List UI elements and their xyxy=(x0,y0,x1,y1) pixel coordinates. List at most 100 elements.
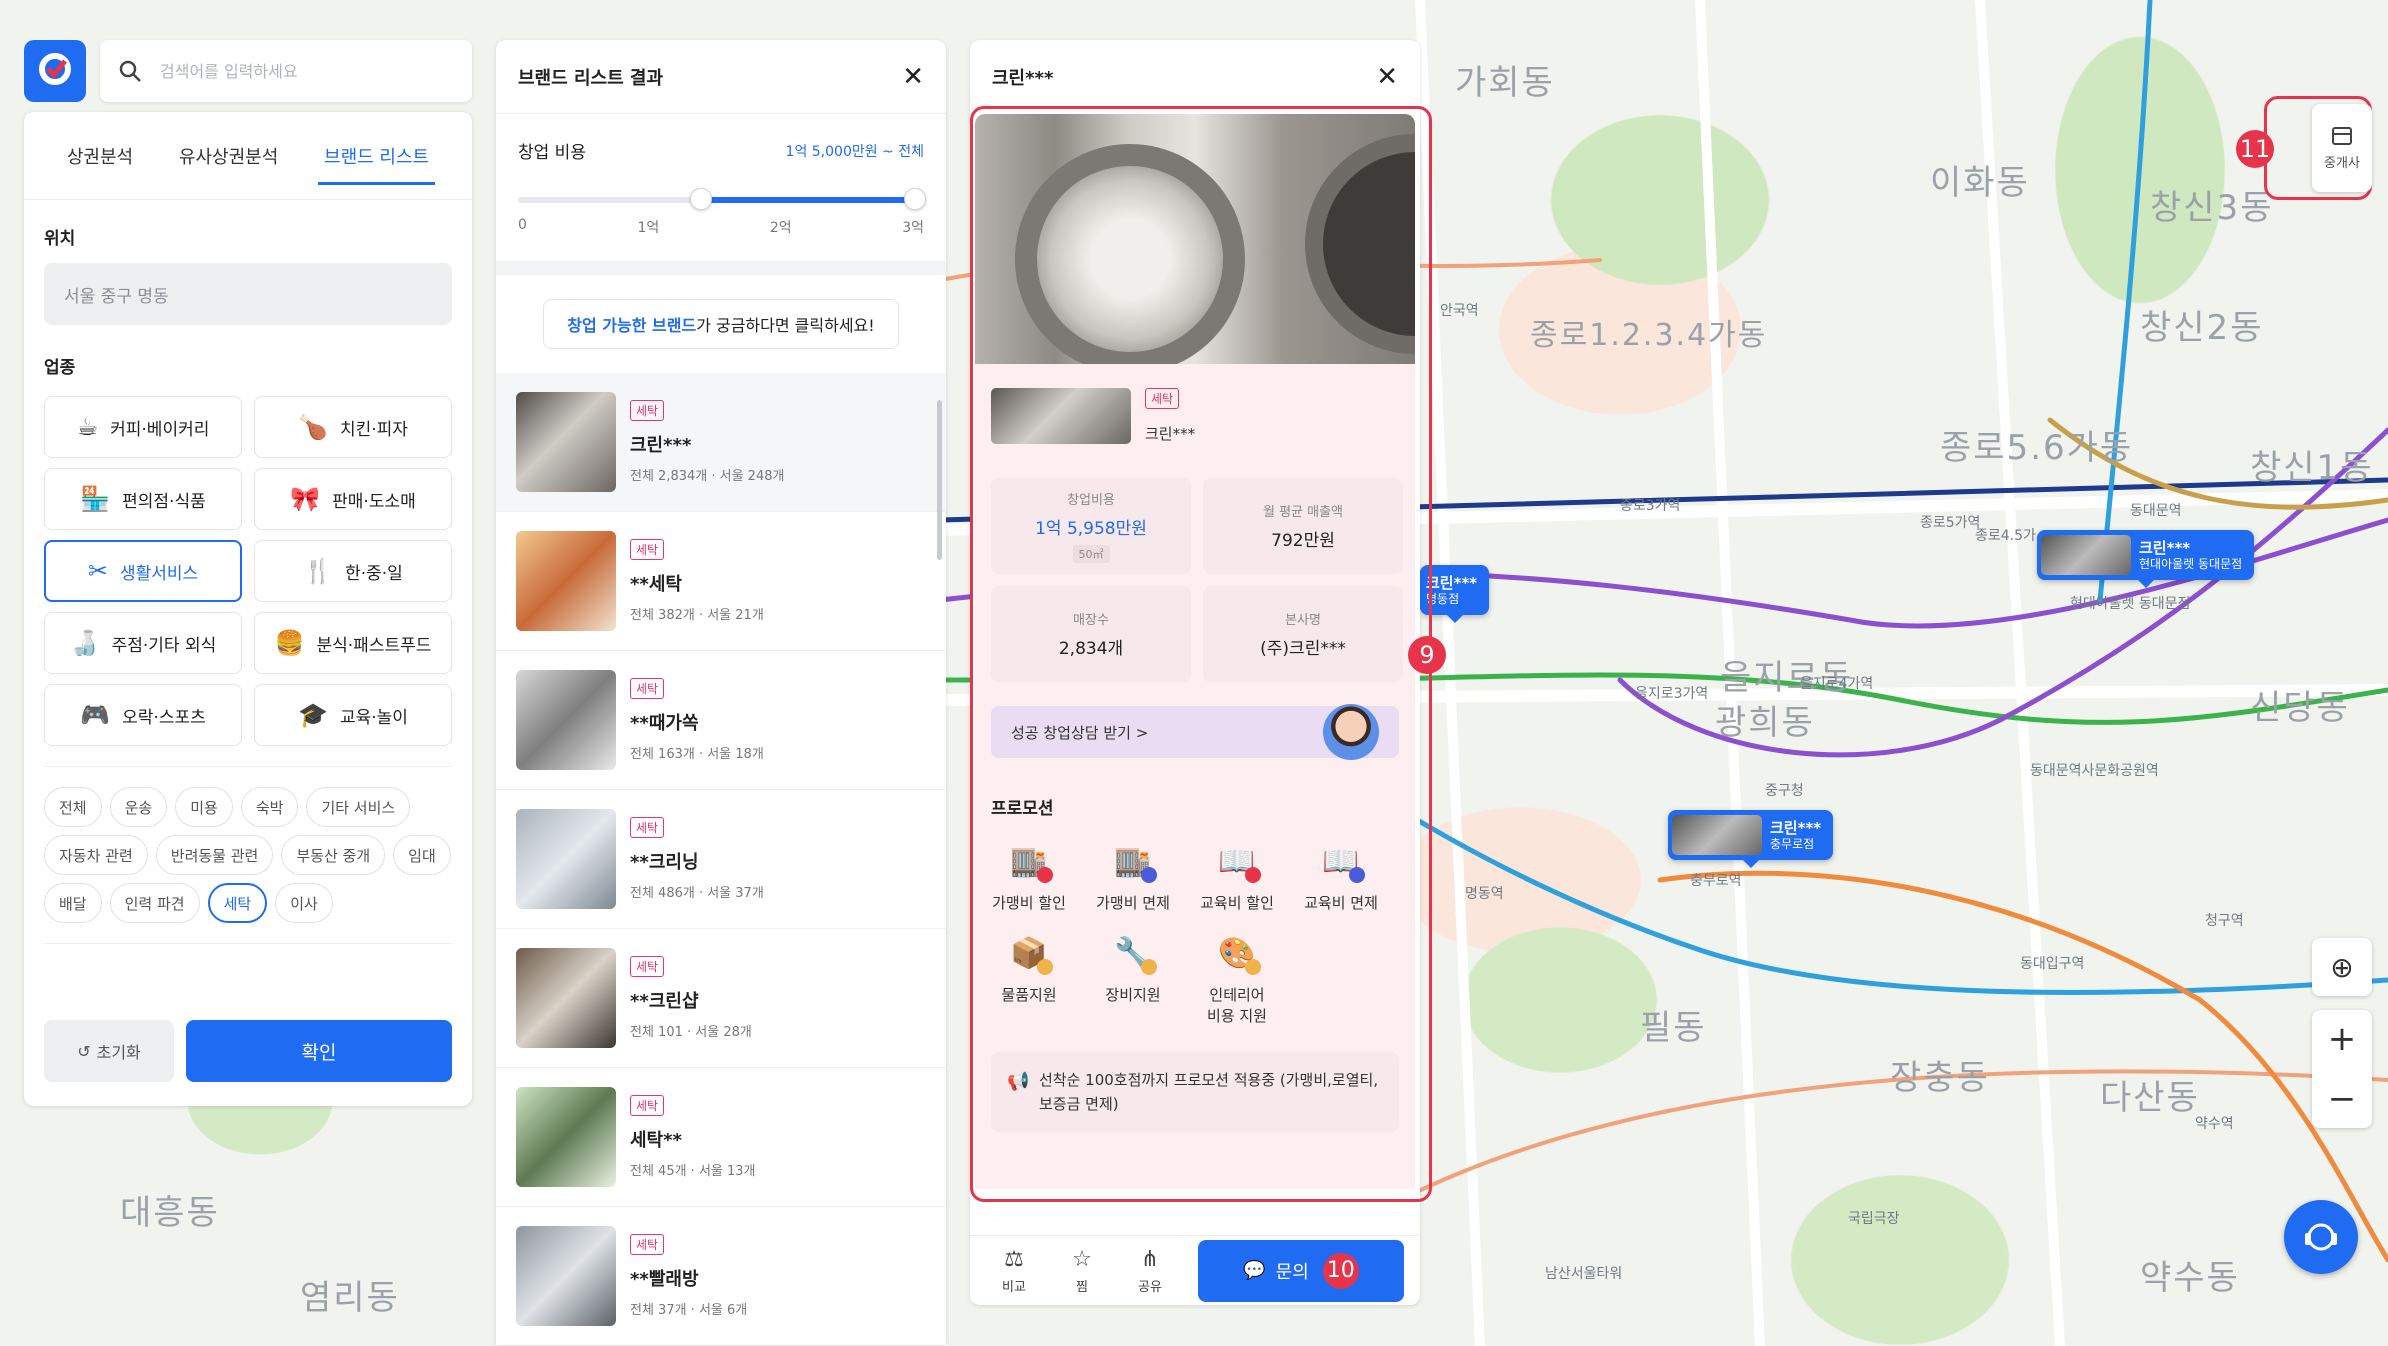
brand-list-item[interactable]: 세탁 세탁** 전체 45개 · 서울 13개 xyxy=(496,1068,946,1207)
map-area-label: 장충동 xyxy=(1890,1058,1990,1098)
subcategory-chip[interactable]: 미용 xyxy=(175,787,233,827)
broker-label: 중개사 xyxy=(2324,155,2360,171)
compare-button[interactable]: ⚖ 비교 xyxy=(986,1247,1042,1295)
scrollbar[interactable] xyxy=(937,400,942,560)
slider-ticks: 0 1억 2억 3억 xyxy=(518,217,924,237)
broker-button[interactable]: 중개사 xyxy=(2312,104,2372,192)
category-tag: 세탁 xyxy=(630,539,665,560)
subcategory-chip[interactable]: 전체 xyxy=(44,787,102,827)
close-icon[interactable]: ✕ xyxy=(1376,62,1398,92)
map-marker[interactable]: 크린*** 충무로점 xyxy=(1668,810,1834,868)
locate-button[interactable]: ⊕ xyxy=(2312,938,2372,996)
category-option[interactable]: ✂ 생활서비스 xyxy=(44,540,242,602)
subcategory-chip[interactable]: 반려동물 관련 xyxy=(155,835,274,875)
map-marker[interactable]: 크린*** 현대아울렛 동대문점 xyxy=(2037,530,2255,588)
chip-label: 임대 xyxy=(408,846,436,865)
subcategory-chip[interactable]: 인력 파견 xyxy=(109,883,200,923)
star-icon: ☆ xyxy=(1072,1246,1092,1272)
brand-thumbnail xyxy=(516,392,616,492)
inquiry-label: 문의 xyxy=(1275,1261,1309,1283)
category-option-label: 커피·베이커리 xyxy=(110,419,210,440)
tab-brand-list[interactable]: 브랜드 리스트 xyxy=(318,133,436,185)
category-option[interactable]: 🎀 판매·도소매 xyxy=(254,468,452,530)
subcategory-chip[interactable]: 운송 xyxy=(109,787,168,827)
subcategory-chip[interactable]: 임대 xyxy=(393,835,451,875)
category-option-label: 편의점·식품 xyxy=(122,491,206,512)
brand-store-count: 전체 101 · 서울 28개 xyxy=(630,1025,752,1040)
category-option[interactable]: 🍗 치킨·피자 xyxy=(254,396,452,458)
graduation-icon: 🎓 xyxy=(298,701,328,729)
utensils-icon: 🍴 xyxy=(303,557,334,585)
headset-icon xyxy=(2305,1223,2337,1251)
subcategory-chip[interactable]: 기타 서비스 xyxy=(306,787,411,827)
slider-handle[interactable] xyxy=(689,188,712,210)
map-place: 남산서울타워 xyxy=(1545,1266,1623,1282)
step-badge: 10 xyxy=(1322,1252,1359,1289)
category-tag: 세탁 xyxy=(630,817,665,838)
close-icon[interactable]: ✕ xyxy=(902,62,924,92)
zoom-in-icon[interactable]: + xyxy=(2328,1019,2357,1059)
chip-label: 세탁 xyxy=(223,894,252,913)
compare-icon: ⚖ xyxy=(1004,1246,1024,1272)
game-icon: 🎮 xyxy=(80,701,111,729)
tab-similar-analysis[interactable]: 유사상권분석 xyxy=(173,133,284,179)
brand-list-item[interactable]: 세탁 **크린샵 전체 101 · 서울 28개 xyxy=(496,929,946,1068)
brand-list-item[interactable]: 세탁 크린*** 전체 2,834개 · 서울 248개 xyxy=(496,373,946,512)
app-logo[interactable] xyxy=(24,40,86,102)
share-button[interactable]: ⋔ 공유 xyxy=(1122,1247,1178,1295)
subcategory-chip[interactable]: 이사 xyxy=(275,883,333,923)
available-brands-button[interactable]: 창업 가능한 브랜드 가 궁금하다면 클릭하세요! xyxy=(543,299,899,349)
map-place: 동대입구역 xyxy=(2020,956,2085,972)
category-option-label: 오락·스포츠 xyxy=(122,707,206,728)
subcategory-chip[interactable]: 부동산 중개 xyxy=(281,835,386,875)
marker-branch: 현대아울렛 동대문점 xyxy=(2139,556,2243,571)
map-area-label: 염리동 xyxy=(300,1278,400,1318)
brand-list-item[interactable]: 세탁 **크리닝 전체 486개 · 서울 37개 xyxy=(496,790,946,929)
brand-thumbnail xyxy=(516,1087,616,1187)
brand-thumbnail xyxy=(516,1226,616,1326)
cost-slider[interactable] xyxy=(518,188,926,210)
confirm-button[interactable]: 확인 xyxy=(186,1020,452,1082)
category-option[interactable]: 🎮 오락·스포츠 xyxy=(44,684,242,746)
map-area-label: 창신2동 xyxy=(2140,308,2264,348)
brand-list-item[interactable]: 세탁 **때가쏙 전체 163개 · 서울 18개 xyxy=(496,651,946,790)
filter-panel: 상권분석 유사상권분석 브랜드 리스트 위치 서울 중구 명동 업종 ☕ 커피·베… xyxy=(24,112,472,1106)
favorite-button[interactable]: ☆ 찜 xyxy=(1054,1247,1110,1295)
brand-list-item[interactable]: 세탁 **빨래방 전체 37개 · 서울 6개 xyxy=(496,1207,946,1345)
category-option[interactable]: 🍶 주점·기타 외식 xyxy=(44,612,242,674)
zoom-out-icon[interactable]: − xyxy=(2328,1079,2357,1119)
chip-label: 미용 xyxy=(190,798,218,817)
category-tag: 세탁 xyxy=(630,956,665,977)
location-field[interactable]: 서울 중구 명동 xyxy=(44,263,452,325)
subcategory-chip[interactable]: 자동차 관련 xyxy=(44,835,148,875)
category-tag: 세탁 xyxy=(630,1234,665,1255)
subcategory-chip[interactable]: 배달 xyxy=(44,883,102,923)
marker-name: 크린*** xyxy=(1770,818,1822,837)
map-place: 종로4.5가 xyxy=(1975,528,2036,544)
chip-label: 자동차 관련 xyxy=(59,846,133,865)
chat-support-button[interactable] xyxy=(2284,1200,2358,1274)
brand-list-item[interactable]: 세탁 **세탁 전체 382개 · 서울 21개 xyxy=(496,512,946,651)
search-input[interactable] xyxy=(160,61,440,81)
logo-icon xyxy=(39,53,71,85)
reset-button[interactable]: ↺ 초기화 xyxy=(44,1020,174,1082)
brand-name: **크리닝 xyxy=(630,852,699,873)
tab-market-analysis[interactable]: 상권분석 xyxy=(61,133,139,179)
brand-thumbnail xyxy=(516,670,616,770)
subcategory-chip[interactable]: 숙박 xyxy=(240,787,299,827)
category-option[interactable]: 🎓 교육·놀이 xyxy=(254,684,452,746)
chat-icon: 💬 xyxy=(1243,1260,1266,1281)
inquiry-button[interactable]: 💬 문의 10 xyxy=(1198,1239,1404,1302)
category-option[interactable]: 🍴 한·중·일 xyxy=(254,540,452,602)
map-place: 약수역 xyxy=(2195,1116,2234,1132)
category-option[interactable]: 🏪 편의점·식품 xyxy=(44,468,242,530)
category-option[interactable]: ☕ 커피·베이커리 xyxy=(44,396,242,458)
brand-store-count: 전체 163개 · 서울 18개 xyxy=(630,747,764,762)
store-icon xyxy=(2332,126,2352,145)
category-option[interactable]: 🍔 분식·패스트푸드 xyxy=(254,612,452,674)
slider-handle-max[interactable] xyxy=(904,188,926,210)
brand-name: **크린샵 xyxy=(630,991,699,1012)
map-area-label: 다산동 xyxy=(2100,1078,2200,1118)
subcategory-chip[interactable]: 세탁 xyxy=(207,883,268,923)
brand-name: **빨래방 xyxy=(630,1269,699,1290)
